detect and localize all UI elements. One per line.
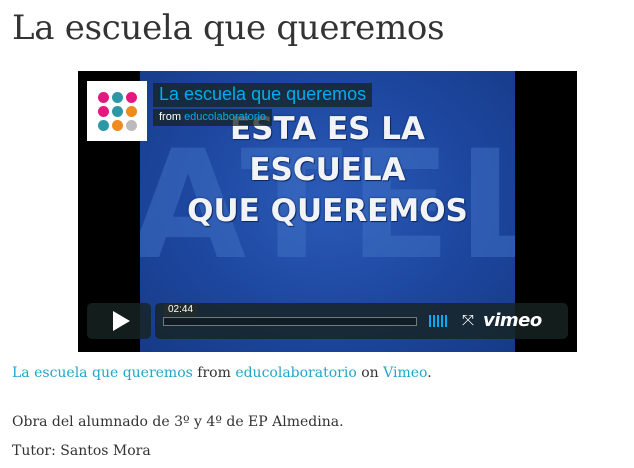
logo-dot bbox=[97, 105, 109, 117]
logo-dot bbox=[125, 119, 137, 131]
control-bar: 02:44 ⤧ vimeo bbox=[155, 303, 568, 339]
video-credit: La escuela que queremos from educolabora… bbox=[12, 365, 432, 381]
play-button[interactable] bbox=[87, 303, 151, 339]
duration-label: 02:44 bbox=[164, 303, 198, 316]
logo-dot bbox=[125, 105, 137, 117]
credit-vimeo-link[interactable]: Vimeo bbox=[383, 365, 427, 381]
credit-on: on bbox=[361, 365, 379, 381]
credit-end: . bbox=[427, 365, 432, 381]
channel-logo-icon bbox=[97, 91, 137, 131]
description-text: Obra del alumnado de 3º y 4º de EP Almed… bbox=[12, 414, 344, 430]
credit-from: from bbox=[197, 365, 231, 381]
credit-user-link[interactable]: educolaboratorio bbox=[235, 365, 356, 381]
video-byline: from educolaboratorio bbox=[153, 109, 273, 126]
channel-logo[interactable] bbox=[87, 81, 147, 141]
vimeo-video-player[interactable]: ATELI ESTA ES LA ESCUELA QUE QUEREMOS La… bbox=[78, 71, 577, 352]
logo-dot bbox=[111, 119, 123, 131]
video-title-link[interactable]: La escuela que queremos bbox=[153, 83, 373, 107]
fullscreen-icon[interactable]: ⤧ bbox=[462, 313, 476, 328]
credit-video-link[interactable]: La escuela que queremos bbox=[12, 365, 193, 381]
logo-dot bbox=[111, 105, 123, 117]
byline-prefix: from bbox=[159, 111, 181, 123]
vimeo-logo[interactable]: vimeo bbox=[483, 310, 542, 331]
video-slide-text: ESTA ES LA ESCUELA QUE QUEREMOS bbox=[140, 109, 515, 232]
slide-line-2: ESCUELA bbox=[249, 152, 406, 188]
logo-dot bbox=[97, 119, 109, 131]
logo-dot bbox=[125, 91, 137, 103]
player-controls: 02:44 ⤧ vimeo bbox=[87, 303, 568, 339]
slide-line-3: QUE QUEREMOS bbox=[187, 193, 468, 229]
logo-dot bbox=[111, 91, 123, 103]
logo-dot bbox=[97, 91, 109, 103]
play-icon bbox=[112, 311, 130, 331]
volume-icon[interactable] bbox=[429, 315, 447, 327]
progress-bar[interactable]: 02:44 bbox=[163, 303, 417, 326]
byline-user-link[interactable]: educolaboratorio bbox=[184, 111, 266, 123]
tutor-text: Tutor: Santos Mora bbox=[12, 443, 151, 459]
page-title: La escuela que queremos bbox=[12, 8, 445, 48]
